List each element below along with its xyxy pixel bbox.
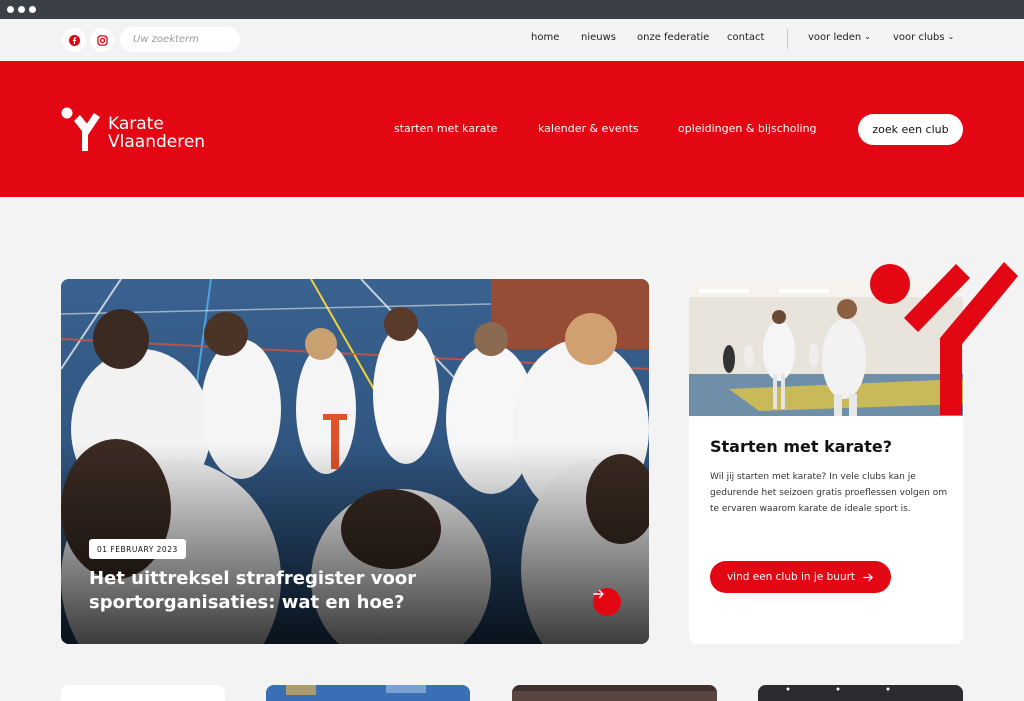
chevron-down-icon: ⌄ xyxy=(864,32,871,41)
instagram-icon xyxy=(96,34,108,46)
nav-opleidingen-bijscholing[interactable]: opleidingen & bijscholing xyxy=(678,122,817,135)
news-card[interactable] xyxy=(512,685,717,701)
logo-text-karate: Karate xyxy=(108,114,164,134)
logo-text-vlaanderen: Vlaanderen xyxy=(108,132,206,152)
browser-title-bar xyxy=(0,0,1024,19)
utility-bar: home nieuws onze federatie contact voor … xyxy=(0,19,1024,61)
instagram-button[interactable] xyxy=(90,28,114,52)
news-card[interactable] xyxy=(758,685,963,701)
news-date-badge: 01 FEBRUARY 2023 xyxy=(89,539,186,559)
main-header: Karate Vlaanderen starten met karate kal… xyxy=(0,61,1024,197)
nav-divider xyxy=(787,29,788,49)
side-card-title: Starten met karate? xyxy=(710,437,892,456)
news-card[interactable] xyxy=(61,685,225,701)
window-dot xyxy=(7,6,14,13)
featured-news-card[interactable]: 01 FEBRUARY 2023 Het uittreksel strafreg… xyxy=(61,279,649,644)
nav-contact-link[interactable]: contact xyxy=(727,32,764,43)
voor-clubs-dropdown[interactable]: voor clubs ⌄ xyxy=(893,32,954,43)
news-card[interactable] xyxy=(266,685,470,701)
nav-nieuws-link[interactable]: nieuws xyxy=(581,32,616,43)
featured-news-title[interactable]: Het uittreksel strafregister voor sporto… xyxy=(89,567,529,615)
nav-onze-federatie-link[interactable]: onze federatie xyxy=(637,32,709,43)
voor-leden-dropdown[interactable]: voor leden ⌄ xyxy=(808,32,871,43)
facebook-icon xyxy=(68,34,80,46)
search-input[interactable] xyxy=(120,27,240,52)
karate-logo-icon xyxy=(61,107,100,151)
voor-clubs-label: voor clubs xyxy=(893,32,945,43)
side-card-description: Wil jij starten met karate? In vele club… xyxy=(710,472,948,514)
chevron-down-icon: ⌄ xyxy=(947,32,955,41)
vind-een-club-label: vind een club in je buurt xyxy=(726,571,856,583)
zoek-een-club-button[interactable]: zoek een club xyxy=(858,114,963,145)
news-card-photo xyxy=(758,685,963,701)
window-dot xyxy=(18,6,25,13)
voor-leden-label: voor leden xyxy=(808,32,862,43)
facebook-button[interactable] xyxy=(62,28,86,52)
arrow-right-icon xyxy=(593,589,604,599)
vind-een-club-button[interactable]: vind een club in je buurt xyxy=(710,561,891,593)
nav-home-link[interactable]: home xyxy=(531,32,559,43)
arrow-right-icon xyxy=(863,573,873,581)
decorative-logo-shape xyxy=(870,262,1018,415)
window-dot xyxy=(29,6,36,13)
site-logo[interactable]: Karate Vlaanderen xyxy=(60,107,230,155)
read-more-button[interactable] xyxy=(593,588,621,616)
news-card-photo xyxy=(512,685,717,701)
nav-kalender-events[interactable]: kalender & events xyxy=(538,122,639,135)
news-card-photo xyxy=(266,685,470,701)
nav-starten-met-karate[interactable]: starten met karate xyxy=(394,122,497,135)
